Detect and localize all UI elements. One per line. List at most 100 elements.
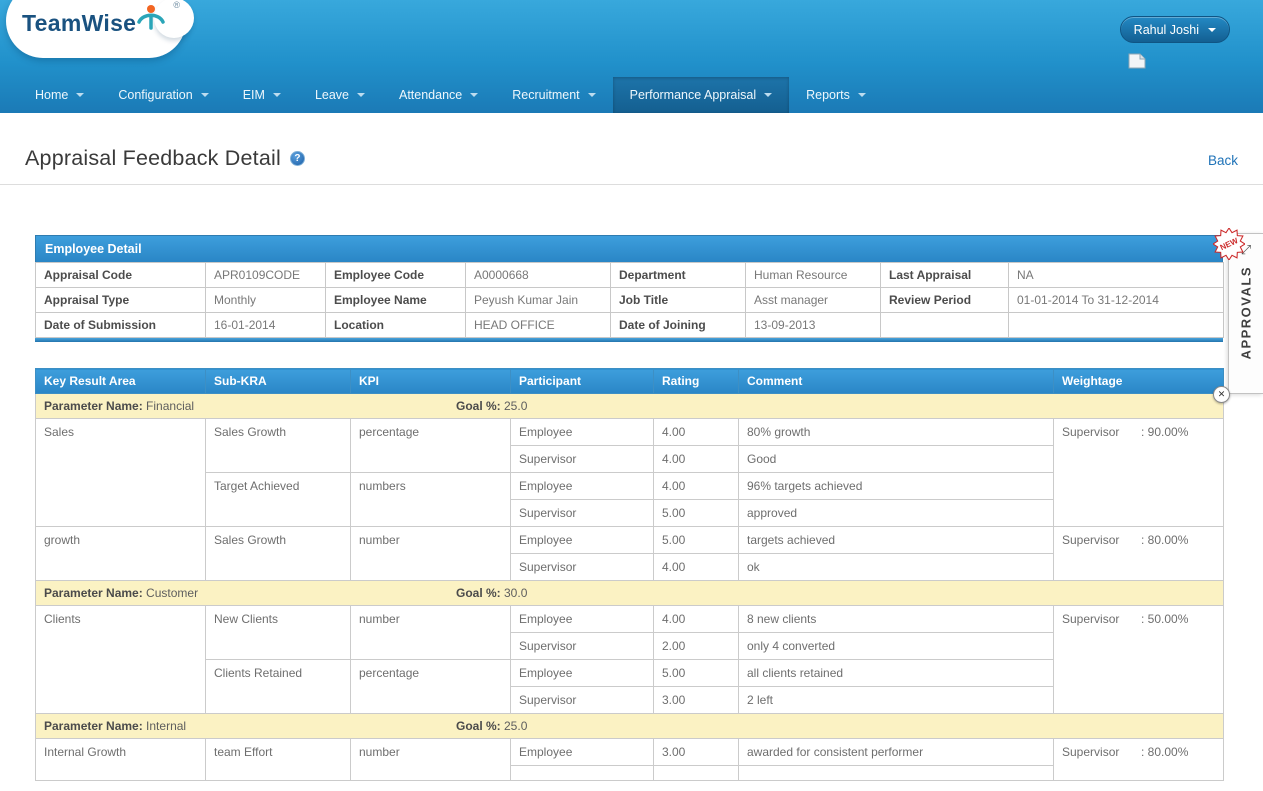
comment-cell: ok [738,553,1054,581]
sub-kra-cell: team Effort [205,738,351,781]
chevron-down-icon [587,93,596,97]
comment-cell: targets achieved [738,526,1054,554]
rating-cell: 5.00 [653,526,739,554]
kra-name-cell: Internal Growth [35,738,206,781]
participant-cell: Supervisor [510,553,654,581]
page-title: Appraisal Feedback Detail [25,146,281,170]
weightage-value: : 80.00% [1141,745,1189,759]
nav-item-eim[interactable]: EIM [226,77,298,113]
nav-item-configuration[interactable]: Configuration [101,77,225,113]
goal-percent: Goal %: 25.0 [456,719,528,733]
parameter-name: Parameter Name: Financial [44,399,195,413]
sub-kra-cell: Sales Growth [205,418,351,473]
chevron-down-icon [1208,27,1216,32]
parameter-row: Parameter Name: Internal Goal %: 25.0 [35,713,1224,739]
kra-name-cell: Sales [35,418,206,527]
detail-value: 13-09-2013 [745,312,881,338]
goal-percent: Goal %: 25.0 [456,399,528,413]
parameter-cell: Parameter Name: Internal Goal %: 25.0 [35,713,1224,739]
nav-item-home[interactable]: Home [18,77,101,113]
participant-cell: Employee [510,659,654,687]
column-header: Sub-KRA [205,368,351,394]
help-icon[interactable]: ? [289,151,305,166]
rating-cell: 3.00 [653,686,739,714]
detail-value: HEAD OFFICE [465,312,611,338]
detail-label: Location [325,312,466,338]
nav-item-recruitment[interactable]: Recruitment [495,77,612,113]
rating-cell: 4.00 [653,553,739,581]
column-header: Comment [738,368,1054,394]
comment-cell [738,765,1054,781]
detail-value: 16-01-2014 [205,312,326,338]
rating-cell: 3.00 [653,738,739,766]
participant-cell: Employee [510,738,654,766]
kra-data-row: Internal Growth team Effort number Employee… [35,738,1224,781]
nav-item-attendance[interactable]: Attendance [382,77,495,113]
weightage-label: Supervisor [1062,612,1120,626]
approvals-tab[interactable]: ⤢ APPROVALS NEW ✕ [1213,228,1263,403]
chevron-down-icon [200,93,209,97]
participant-cell: Employee [510,605,654,633]
employee-detail-panel: Employee Detail Appraisal Code APR0109COD… [35,235,1224,342]
parameter-row: Parameter Name: Financial Goal %: 25.0 [35,393,1224,419]
comment-cell: only 4 converted [738,632,1054,660]
nav-item-label: Leave [314,88,349,102]
chevron-down-icon [470,93,479,97]
user-menu-button[interactable]: Rahul Joshi [1119,16,1230,43]
sub-kra-cell: Sales Growth [205,526,351,581]
comment-cell: 96% targets achieved [738,472,1054,500]
content: Employee Detail Appraisal Code APR0109COD… [0,235,1263,781]
chevron-down-icon [357,93,365,97]
nav-item-leave[interactable]: Leave [298,77,382,113]
approvals-label: APPROVALS [1238,266,1254,360]
comment-cell: 2 left [738,686,1054,714]
comment-cell: Good [738,445,1054,473]
employee-detail-table: Appraisal Code APR0109CODE Employee Code A0… [35,262,1224,338]
registered-mark: ® [173,0,180,10]
participant-cell: Supervisor [510,686,654,714]
parameter-name: Parameter Name: Internal [44,719,187,733]
close-icon[interactable]: ✕ [1213,386,1230,403]
detail-value: NA [1008,262,1224,288]
nav-item-label: Attendance [399,88,463,102]
main-nav: Home Configuration EIM Leave Attendance Recru… [0,77,1263,113]
comment-cell: 80% growth [738,418,1054,446]
column-header: Weightage [1053,368,1224,394]
participant-cell [510,765,654,781]
weightage-value: : 90.00% [1141,425,1189,439]
nav-item-label: Configuration [118,88,193,102]
column-header: Participant [510,368,654,394]
back-link[interactable]: Back [1208,153,1238,171]
rating-cell: 4.00 [653,605,739,633]
participant-cell: Employee [510,418,654,446]
chevron-down-icon [857,93,866,97]
detail-value: Monthly [205,287,326,313]
kra-name-cell: growth [35,526,206,581]
kra-data-row: growth Sales Growth number Employee 5.00 targ… [35,526,1224,581]
detail-label: Last Appraisal [880,262,1009,288]
participant-cell: Supervisor [510,445,654,473]
title-divider [0,184,1263,185]
sub-kra-cell: Target Achieved [205,472,351,527]
nav-item-performance-appraisal[interactable]: Performance Appraisal [612,77,790,113]
chevron-down-icon [764,93,773,97]
nav-item-label: Home [35,88,69,102]
teamwise-logo[interactable]: TeamWise ® [6,0,194,58]
weightage-value: : 50.00% [1141,612,1189,626]
rating-cell: 5.00 [653,499,739,527]
column-header: KPI [350,368,511,394]
participant-cell: Employee [510,472,654,500]
rating-cell: 2.00 [653,632,739,660]
kra-section: Key Result Area Sub-KRA KPI Participant Rati… [35,368,1224,781]
goal-percent: Goal %: 30.0 [456,586,528,600]
message-icon[interactable] [1128,53,1146,74]
detail-value: Peyush Kumar Jain [465,287,611,313]
nav-item-reports[interactable]: Reports [789,77,883,113]
employee-detail-body: Appraisal Code APR0109CODE Employee Code A0… [35,262,1224,338]
kra-data-row: Clients New Clients number Employee 4.00 8 ne… [35,605,1224,714]
kra-name-cell: Clients [35,605,206,714]
new-badge-icon: NEW [1213,228,1245,260]
participant-cell: Supervisor [510,499,654,527]
kpi-cell: number [350,605,511,660]
detail-label: Date of Submission [35,312,206,338]
